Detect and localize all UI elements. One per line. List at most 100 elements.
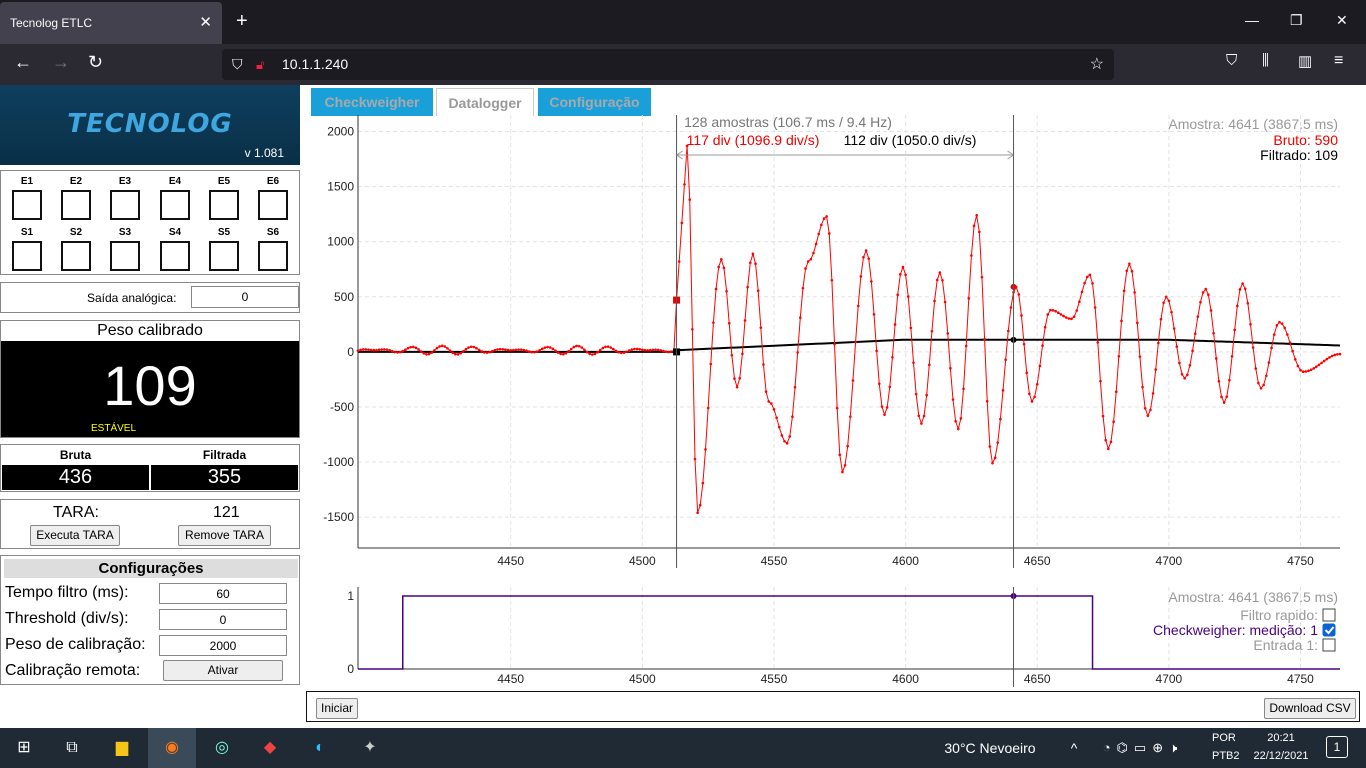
bruto-point [1333,353,1337,357]
bruto-point [396,351,399,354]
peso-calibracao-field[interactable]: 2000 [159,635,287,656]
browser-tab[interactable]: Tecnolog ETLC ✕ [0,2,222,44]
remove-tara-button[interactable]: Remove TARA [178,525,271,546]
pocket-icon[interactable]: ⛉ [1226,52,1237,69]
task-view-icon[interactable]: ⧉ [48,728,96,768]
bruto-point [1020,314,1023,317]
bruto-point [883,413,886,416]
app-icon[interactable]: ✦ [346,728,394,768]
bruto-point [999,417,1002,421]
bruto-point [933,299,936,303]
bruto-point [411,345,415,349]
new-tab-button[interactable]: + [236,10,248,33]
download-csv-button[interactable]: Download CSV [1264,698,1356,719]
sidebar-icon[interactable]: ▥ [1298,52,1312,70]
bruta-label: Bruta [59,448,92,462]
windows-start-icon[interactable]: ⊞ [0,728,48,768]
weather-widget[interactable]: 30°C Nevoeiro [925,728,1055,768]
output-label: S6 [266,227,280,238]
tab-checkweigher[interactable]: Checkweigher [311,88,433,116]
checkweigher-chart[interactable]: 4450 4500 4550 4600 4650 4700 4750 1 0 Amostra: … [302,587,1366,687]
bruto-point [1228,378,1231,382]
eye-app-icon[interactable]: ◎ [198,728,246,768]
bruto-point [583,348,586,352]
chevron-up-icon[interactable]: ^ [1062,728,1086,768]
bruto-point [569,347,573,351]
bruto-point [654,348,657,352]
tara-value: 121 [213,504,240,521]
datalogger-chart[interactable]: 4450 4500 4550 4600 4650 4700 4750 2000 1500 1000… [302,115,1366,575]
executa-tara-button[interactable]: Executa TARA [30,525,120,546]
maximize-icon[interactable]: ❐ [1290,12,1303,29]
bruto-point [641,348,644,352]
bruto-point [872,313,876,316]
tab-configuracao[interactable]: Configuração [538,88,651,116]
minimize-icon[interactable]: — [1245,12,1259,28]
library-icon[interactable]: ⫼ [1262,52,1269,69]
bruto-point [1064,316,1068,319]
bruto-point [1001,389,1005,392]
bruta-value: 436 [2,465,149,490]
bookmark-star-icon[interactable]: ☆ [1090,49,1104,80]
bruto-point [964,344,968,348]
insecure-lock-icon[interactable]: 🔓︎ [256,49,264,80]
analog-output-label: Saída analógica: [87,291,177,305]
lang-1[interactable]: POR [1212,732,1236,744]
url-bar[interactable]: ⛉ 🔓︎ 10.1.1.240 ☆ [222,49,1114,80]
tab-datalogger[interactable]: Datalogger [436,88,534,116]
shield-icon[interactable]: ⛉ [232,49,243,80]
bruto-point [527,350,531,353]
back-icon[interactable]: ← [14,52,32,73]
edge-icon[interactable]: ◐ [296,728,344,768]
bruto-point [1270,346,1273,350]
ativar-button[interactable]: Ativar [163,660,283,681]
clock-time[interactable]: 20:21 [1250,732,1312,744]
bruto-point [1028,392,1031,396]
bruto-point [622,351,626,354]
checkbox-entrada-1[interactable] [1322,638,1336,652]
bruto-point [414,346,418,350]
bruto-point [980,275,984,279]
calibracao-remota-label: Calibração remota: [5,662,141,679]
tab-close-icon[interactable]: ✕ [199,2,212,44]
bruto-point [625,350,628,354]
lang-2[interactable]: PTB2 [1212,750,1240,762]
close-window-icon[interactable]: ✕ [1336,12,1348,29]
bruto-point [530,350,534,354]
reload-icon[interactable]: ↻ [88,52,103,73]
bruto-point [372,348,376,352]
bruto-point [764,390,768,393]
bruto-point [1154,368,1158,371]
menu-icon[interactable]: ≡ [1334,52,1343,70]
bruto-point [735,385,739,389]
bruto-point [1009,306,1013,309]
bruto-point [1104,438,1107,442]
bruto-point [972,224,976,228]
tempo-filtro-field[interactable]: 60 [159,583,287,604]
bruto-point [477,348,481,352]
bruto-point [1280,322,1284,325]
analog-output-field[interactable]: 0 [191,286,299,308]
bruto-point [1328,356,1331,359]
bruto-point [1146,414,1150,418]
checkbox-checkweigher[interactable] [1322,623,1336,637]
clock-date[interactable]: 22/12/2021 [1246,750,1316,762]
bruto-point [935,278,939,282]
tray-icons[interactable]: ◔⌬▭⊕🕨︎ [1088,728,1198,768]
notification-icon[interactable]: 1 [1326,736,1348,758]
bruto-point [388,348,391,352]
threshold-field[interactable]: 0 [159,609,287,630]
file-explorer-icon[interactable]: ▆ [98,728,146,768]
bruto-point [383,348,386,351]
bruto-point [404,348,407,351]
checkbox-filtro-rapido[interactable] [1322,608,1336,622]
output-indicator [258,241,288,271]
firefox-icon[interactable]: ◉ [148,728,196,768]
forward-icon[interactable]: → [52,52,70,73]
iniciar-button[interactable]: Iniciar [316,698,358,719]
bruto-point [1114,390,1118,394]
windows-taskbar: ⊞ ⧉ ▆ ◉ ◎ ◆ ◐ ✦ 30°C Nevoeiro ^ ◔⌬▭⊕🕨︎ P… [0,728,1366,768]
anydesk-icon[interactable]: ◆ [246,728,294,768]
bruto-point [480,350,484,353]
bruto-point [791,415,794,419]
